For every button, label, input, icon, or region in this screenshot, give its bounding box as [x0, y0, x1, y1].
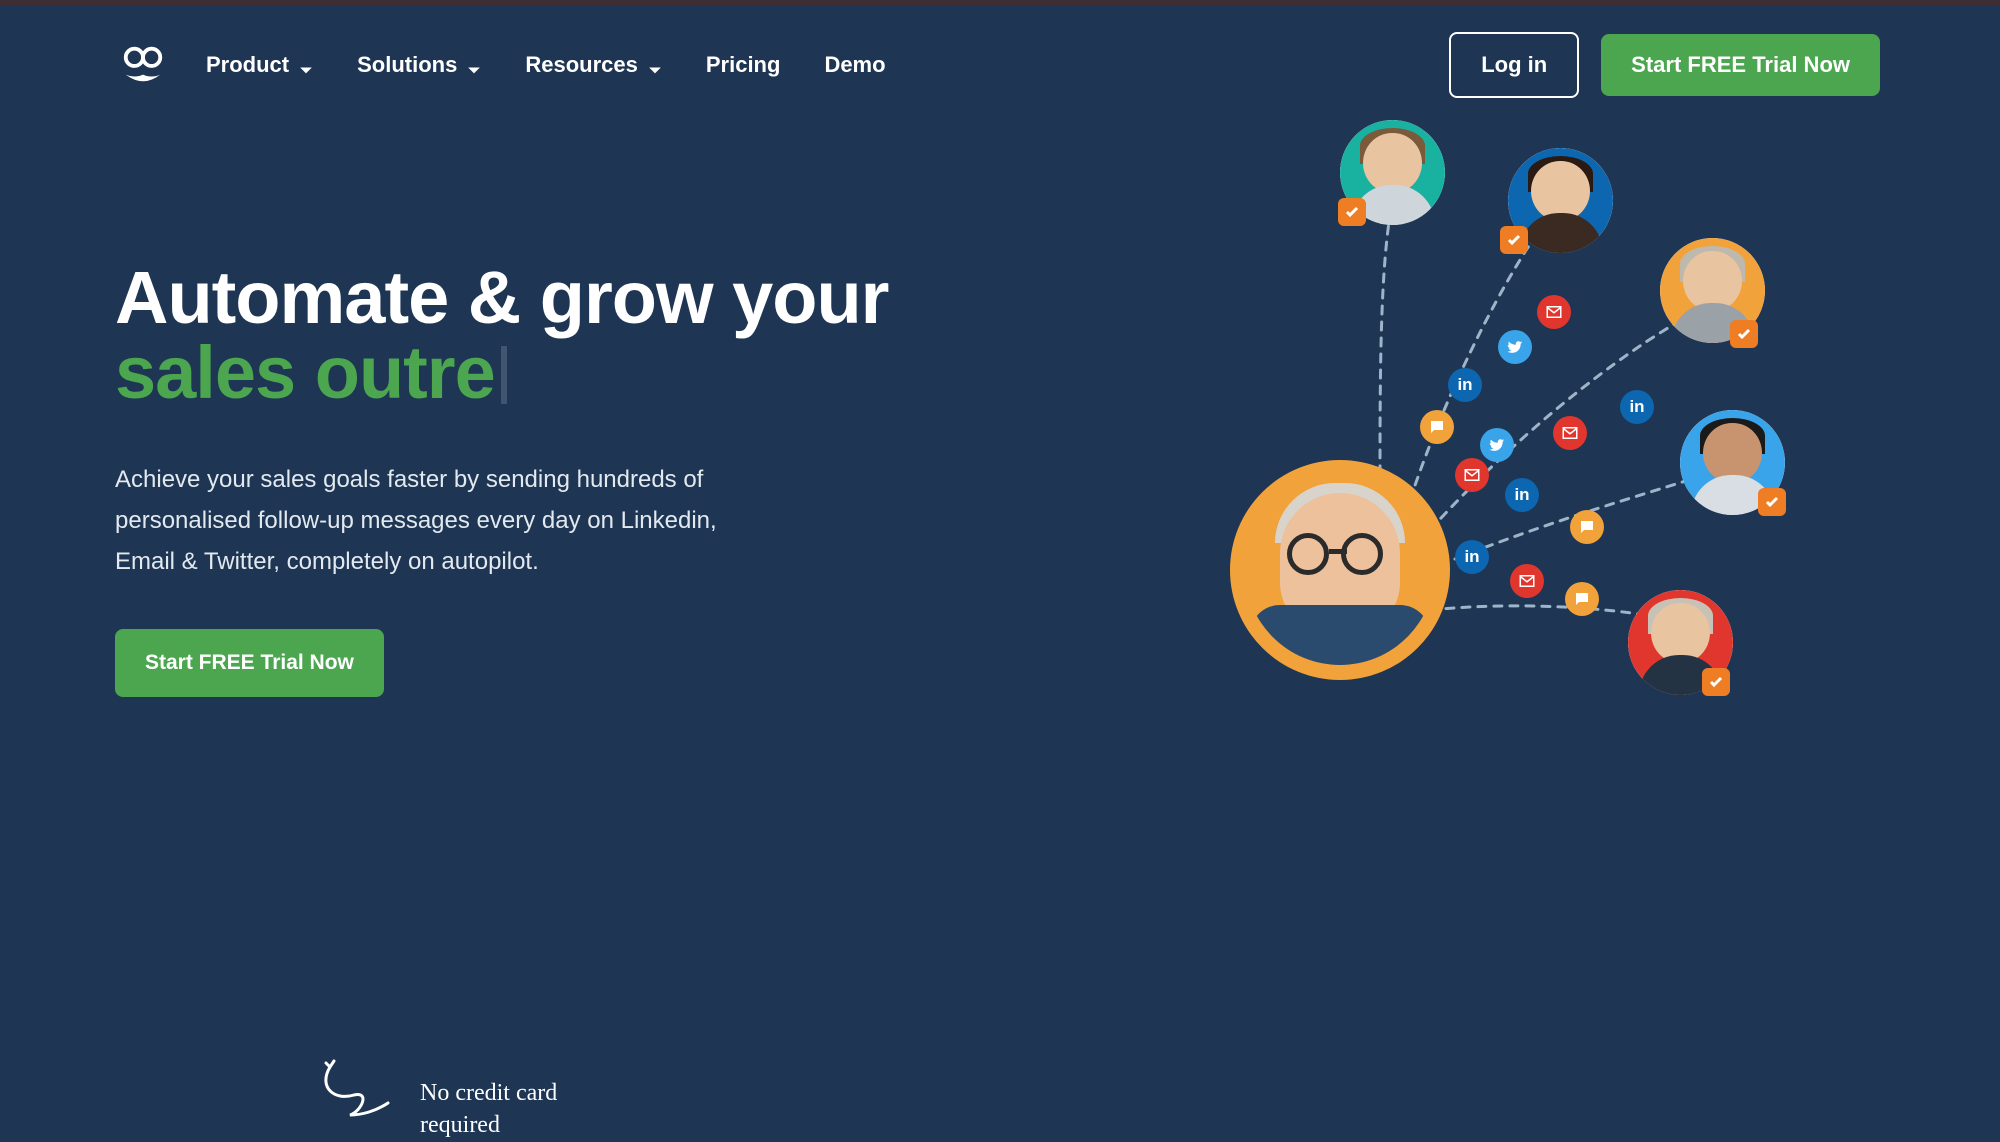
- chat-icon: [1570, 510, 1604, 544]
- no-credit-card-text: No credit card required: [420, 1077, 557, 1142]
- chevron-down-icon: [299, 58, 313, 72]
- brand-logo[interactable]: [120, 42, 166, 88]
- chat-icon: [1420, 410, 1454, 444]
- linkedin-icon: in: [1620, 390, 1654, 424]
- main-nav: Product Solutions Resources Pricing Demo…: [0, 0, 2000, 98]
- typing-cursor: [501, 346, 507, 404]
- nav-item-resources[interactable]: Resources: [525, 52, 662, 78]
- email-icon: [1553, 416, 1587, 450]
- login-button[interactable]: Log in: [1449, 32, 1579, 98]
- email-icon: [1510, 564, 1544, 598]
- nav-item-label: Product: [206, 52, 289, 78]
- nav-item-product[interactable]: Product: [206, 52, 313, 78]
- check-badge-icon: [1338, 198, 1366, 226]
- linkedin-icon: in: [1448, 368, 1482, 402]
- hand-drawn-arrow-icon: [310, 1059, 400, 1139]
- nav-item-demo[interactable]: Demo: [824, 52, 885, 78]
- hero-headline-static: Automate & grow your: [115, 256, 888, 339]
- nav-item-pricing[interactable]: Pricing: [706, 52, 781, 78]
- nav-item-solutions[interactable]: Solutions: [357, 52, 481, 78]
- no-credit-card-note: No credit card required: [310, 1059, 557, 1142]
- check-badge-icon: [1758, 488, 1786, 516]
- linkedin-icon: in: [1505, 478, 1539, 512]
- nav-item-label: Demo: [824, 52, 885, 78]
- linkedin-icon: in: [1455, 540, 1489, 574]
- nav-item-label: Resources: [525, 52, 638, 78]
- email-icon: [1455, 458, 1489, 492]
- start-trial-button-header[interactable]: Start FREE Trial Now: [1601, 34, 1880, 96]
- start-trial-button-hero[interactable]: Start FREE Trial Now: [115, 629, 384, 697]
- nav-links: Product Solutions Resources Pricing Demo: [206, 52, 886, 78]
- email-icon: [1537, 295, 1571, 329]
- chevron-down-icon: [648, 58, 662, 72]
- nav-item-label: Pricing: [706, 52, 781, 78]
- hero-headline: Automate & grow your sales outre: [115, 260, 895, 411]
- hero-headline-typed: sales outre: [115, 331, 495, 414]
- check-badge-icon: [1730, 320, 1758, 348]
- chat-icon: [1565, 582, 1599, 616]
- nav-item-label: Solutions: [357, 52, 457, 78]
- check-badge-icon: [1702, 668, 1730, 696]
- hero-illustration: in in in in: [1230, 120, 1910, 800]
- twitter-icon: [1498, 330, 1532, 364]
- hero-cta-row: Start FREE Trial Now No credit card requ…: [115, 629, 895, 697]
- hero-subcopy: Achieve your sales goals faster by sendi…: [115, 459, 755, 583]
- chevron-down-icon: [467, 58, 481, 72]
- avatar-main-user: [1230, 460, 1450, 680]
- hero-section: Automate & grow your sales outre Achieve…: [115, 260, 895, 697]
- check-badge-icon: [1500, 226, 1528, 254]
- twitter-icon: [1480, 428, 1514, 462]
